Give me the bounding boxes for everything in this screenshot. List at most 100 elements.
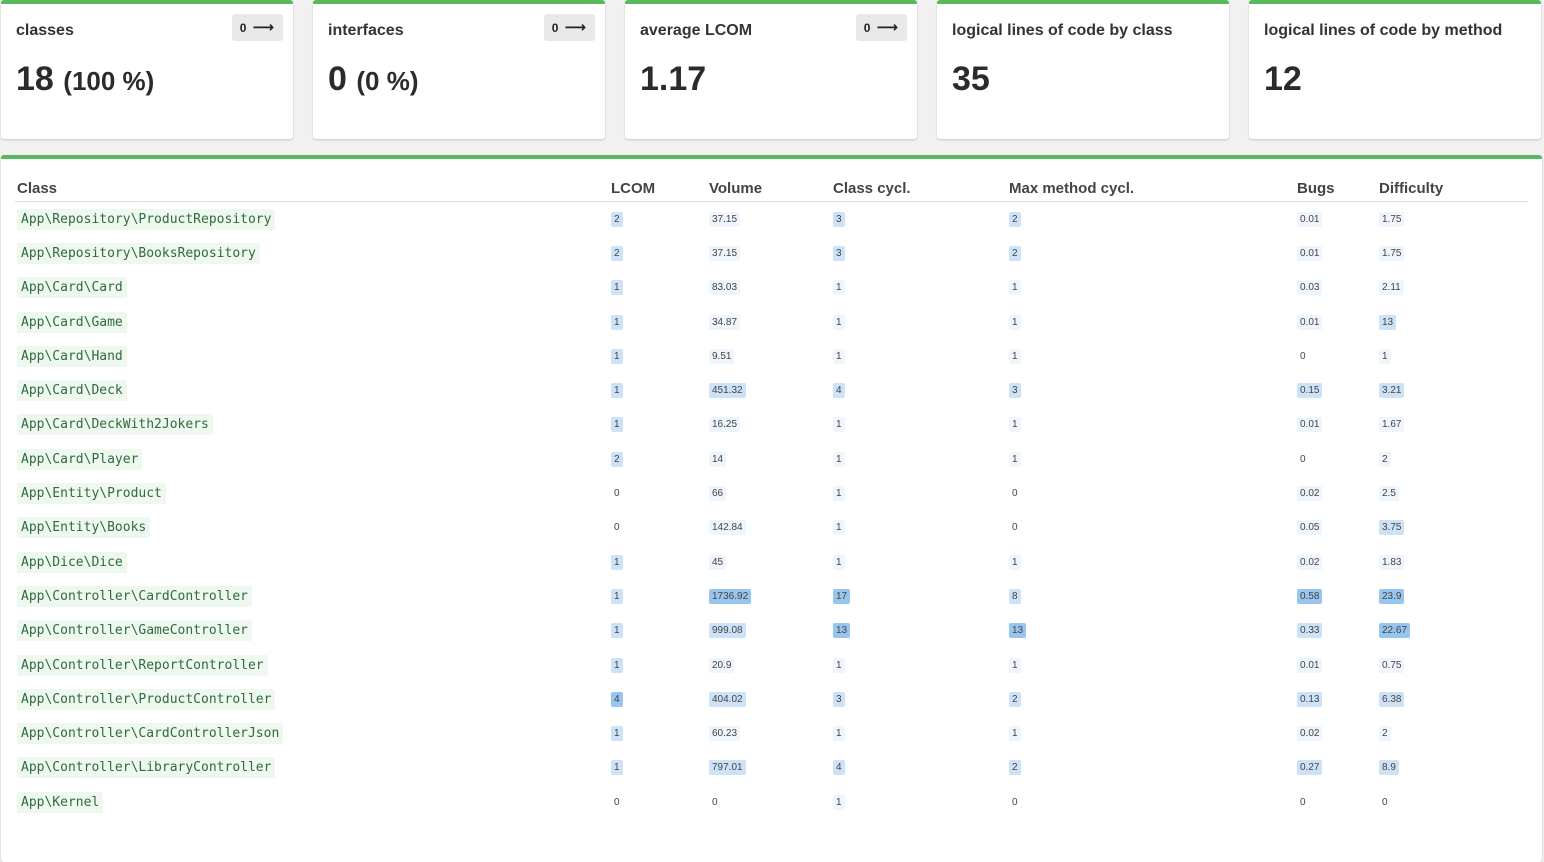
column-header-bugs[interactable]: Bugs: [1295, 176, 1377, 202]
volume-cell: 142.84: [707, 511, 831, 545]
class-cycl-value: 1: [833, 314, 845, 330]
column-header-class[interactable]: Class: [15, 176, 609, 202]
card-percent: (100 %): [63, 66, 155, 96]
difficulty-cell: 8.9: [1377, 751, 1528, 785]
volume-cell: 66: [707, 476, 831, 510]
bugs-value: 0.27: [1297, 760, 1323, 776]
table-row[interactable]: App\Card\Card 1 83.03 1 1 0.03 2.11: [15, 271, 1528, 305]
max-method-cycl-value: 0: [1012, 488, 1018, 500]
trend-badge[interactable]: 0 ⟶: [231, 14, 283, 41]
trend-value: 0: [551, 21, 559, 35]
class-name[interactable]: App\Entity\Product: [17, 483, 166, 505]
class-name[interactable]: App\Controller\LibraryController: [17, 757, 276, 779]
card-number: 35: [952, 60, 990, 98]
lcom-value: 1: [611, 657, 623, 673]
card-value: 35: [952, 60, 1214, 99]
volume-cell: 451.32: [707, 373, 831, 407]
volume-cell: 1736.92: [707, 579, 831, 613]
card-lloc-by-method: logical lines of code by method 12: [1249, 0, 1541, 139]
column-header-lcom[interactable]: LCOM: [609, 176, 707, 202]
lcom-cell: 2: [609, 202, 707, 237]
card-value: 0 (0 %): [328, 60, 590, 99]
table-row[interactable]: App\Card\Hand 1 9.51 1 1 0 1: [15, 339, 1528, 373]
column-header-difficulty[interactable]: Difficulty: [1377, 176, 1528, 202]
table-row[interactable]: App\Controller\CardController 1 1736.92 17 8…: [15, 579, 1528, 613]
volume-value: 34.87: [709, 314, 741, 330]
class-cycl-cell: 1: [831, 339, 1007, 373]
table-row[interactable]: App\Card\Player 2 14 1 1 0 2: [15, 442, 1528, 476]
class-name[interactable]: App\Kernel: [17, 791, 104, 813]
max-method-cycl-cell: 1: [1007, 271, 1295, 305]
max-method-cycl-value: 1: [1009, 451, 1021, 467]
class-name[interactable]: App\Card\Game: [17, 311, 127, 333]
class-name[interactable]: App\Controller\ReportController: [17, 654, 268, 676]
volume-value: 9.51: [709, 348, 735, 364]
bugs-value: 0.01: [1297, 657, 1323, 673]
bugs-value: 0.03: [1297, 280, 1323, 296]
table-row[interactable]: App\Card\Deck 1 451.32 4 3 0.15 3.21: [15, 373, 1528, 407]
max-method-cycl-value: 8: [1009, 588, 1021, 604]
volume-cell: 14: [707, 442, 831, 476]
bugs-cell: 0.27: [1295, 751, 1377, 785]
lcom-value: 1: [611, 280, 623, 296]
class-cell: App\Repository\ProductRepository: [15, 202, 609, 237]
bugs-value: 0.58: [1297, 588, 1323, 604]
max-method-cycl-cell: 2: [1007, 751, 1295, 785]
card-percent: (0 %): [356, 66, 419, 96]
table-row[interactable]: App\Controller\ProductController 4 404.02 3…: [15, 682, 1528, 716]
table-row[interactable]: App\Entity\Books 0 142.84 1 0 0.05 3.75: [15, 511, 1528, 545]
column-header-volume[interactable]: Volume: [707, 176, 831, 202]
max-method-cycl-cell: 0: [1007, 511, 1295, 545]
class-name[interactable]: App\Card\Hand: [17, 345, 127, 367]
table-row[interactable]: App\Card\Game 1 34.87 1 1 0.01 13: [15, 305, 1528, 339]
column-header-max-method-cycl[interactable]: Max method cycl.: [1007, 176, 1295, 202]
trend-badge[interactable]: 0 ⟶: [855, 14, 907, 41]
bugs-value: 0.15: [1297, 383, 1323, 399]
difficulty-value: 1: [1379, 348, 1391, 364]
class-name[interactable]: App\Card\DeckWith2Jokers: [17, 414, 213, 436]
class-name[interactable]: App\Controller\GameController: [17, 620, 252, 642]
class-cycl-cell: 1: [831, 476, 1007, 510]
class-name[interactable]: App\Controller\CardControllerJson: [17, 723, 284, 745]
class-name[interactable]: App\Dice\Dice: [17, 551, 127, 573]
class-name[interactable]: App\Card\Card: [17, 277, 127, 299]
table-row[interactable]: App\Repository\BooksRepository 2 37.15 3 2 0.…: [15, 236, 1528, 270]
max-method-cycl-value: 2: [1009, 760, 1021, 776]
class-cycl-cell: 1: [831, 305, 1007, 339]
class-metrics-table: Class LCOM Volume Class cycl. Max method…: [15, 176, 1528, 819]
trend-badge[interactable]: 0 ⟶: [543, 14, 595, 41]
class-name[interactable]: App\Controller\ProductController: [17, 688, 276, 710]
table-row[interactable]: App\Dice\Dice 1 45 1 1 0.02 1.83: [15, 545, 1528, 579]
max-method-cycl-cell: 0: [1007, 476, 1295, 510]
lcom-value: 2: [611, 211, 623, 227]
class-name[interactable]: App\Repository\ProductRepository: [17, 208, 276, 230]
class-cycl-cell: 4: [831, 751, 1007, 785]
class-cell: App\Card\DeckWith2Jokers: [15, 408, 609, 442]
class-name[interactable]: App\Card\Deck: [17, 380, 127, 402]
table-row[interactable]: App\Kernel 0 0 1 0 0 0: [15, 785, 1528, 819]
volume-cell: 797.01: [707, 751, 831, 785]
class-name[interactable]: App\Repository\BooksRepository: [17, 242, 260, 264]
table-row[interactable]: App\Controller\ReportController 1 20.9 1 1 0.…: [15, 648, 1528, 682]
class-metrics-panel: Class LCOM Volume Class cycl. Max method…: [1, 155, 1542, 862]
table-row[interactable]: App\Controller\CardControllerJson 1 60.23 1…: [15, 716, 1528, 750]
table-row[interactable]: App\Controller\LibraryController 1 797.01 4…: [15, 751, 1528, 785]
bugs-cell: 0.13: [1295, 682, 1377, 716]
table-row[interactable]: App\Repository\ProductRepository 2 37.15 3 2…: [15, 202, 1528, 237]
class-cell: App\Card\Game: [15, 305, 609, 339]
class-name[interactable]: App\Card\Player: [17, 448, 143, 470]
class-name[interactable]: App\Entity\Books: [17, 517, 151, 539]
volume-value: 83.03: [709, 280, 741, 296]
difficulty-cell: 2.5: [1377, 476, 1528, 510]
volume-value: 0: [712, 796, 718, 808]
table-row[interactable]: App\Controller\GameController 1 999.08 13 13…: [15, 614, 1528, 648]
column-header-class-cycl[interactable]: Class cycl.: [831, 176, 1007, 202]
class-cycl-cell: 3: [831, 682, 1007, 716]
difficulty-value: 1.75: [1379, 211, 1405, 227]
class-name[interactable]: App\Controller\CardController: [17, 585, 252, 607]
class-cell: App\Controller\ProductController: [15, 682, 609, 716]
volume-cell: 37.15: [707, 236, 831, 270]
table-row[interactable]: App\Entity\Product 0 66 1 0 0.02 2.5: [15, 476, 1528, 510]
max-method-cycl-value: 1: [1009, 280, 1021, 296]
table-row[interactable]: App\Card\DeckWith2Jokers 1 16.25 1 1 0.01 1.67: [15, 408, 1528, 442]
